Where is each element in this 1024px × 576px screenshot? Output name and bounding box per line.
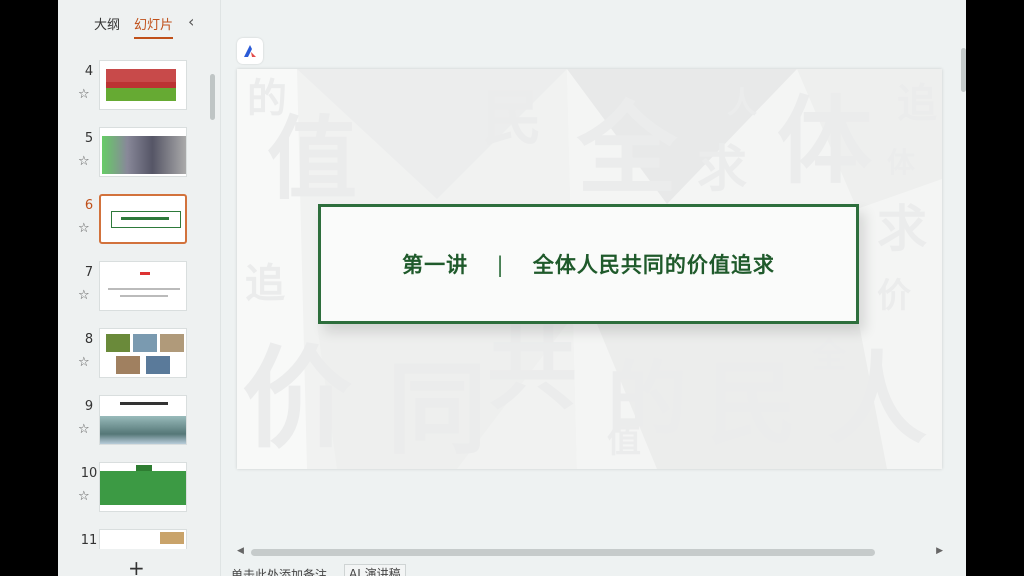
slide-canvas[interactable]: 的 值 全 民 人 追 体 求 追 共 价 同 的 民 人 全 价 值 求 体 … — [237, 69, 942, 469]
scroll-right-icon[interactable]: ▶ — [936, 546, 943, 556]
slide-thumb-row[interactable]: 5 ☆ — [58, 127, 220, 187]
scroll-thumb[interactable] — [251, 549, 875, 556]
slide-number: 9 — [84, 399, 94, 414]
star-icon[interactable]: ☆ — [78, 88, 92, 102]
slide-thumb-row[interactable]: 10 ☆ — [58, 462, 220, 522]
star-icon[interactable]: ☆ — [78, 490, 92, 504]
background-char: 价 — [242, 334, 352, 463]
star-icon[interactable]: ☆ — [78, 155, 92, 169]
star-icon[interactable]: ☆ — [78, 222, 92, 236]
slide-number: 10 — [80, 466, 98, 481]
slide-thumb-row[interactable]: 7 ☆ — [58, 261, 220, 321]
slide-thumbnail[interactable] — [99, 127, 187, 177]
background-char: 民 — [482, 84, 542, 154]
slide-thumbnail[interactable] — [99, 60, 187, 110]
background-char: 求 — [697, 139, 747, 198]
slide-number: 11 — [80, 533, 98, 548]
slide-thumb-row[interactable]: 11 — [58, 529, 220, 549]
editor-area: 的 值 全 民 人 追 体 求 追 共 价 同 的 民 人 全 价 值 求 体 … — [221, 0, 966, 576]
star-icon[interactable]: ☆ — [78, 356, 92, 370]
slide-number: 7 — [84, 265, 94, 280]
slide-thumb-row-selected[interactable]: 6 ☆ — [58, 194, 220, 254]
slide-thumbnail[interactable] — [99, 395, 187, 445]
collapse-panel-icon[interactable]: ‹ — [188, 12, 194, 31]
editor-vertical-scrollbar[interactable] — [961, 48, 966, 92]
background-char: 民 — [707, 351, 797, 457]
add-slide-button[interactable]: + — [128, 556, 145, 576]
panel-tabs: 大纲 幻灯片 — [94, 14, 174, 39]
notes-placeholder[interactable]: 单击此处添加备注 — [231, 566, 327, 576]
slide-number: 5 — [84, 131, 94, 146]
lecture-topic: 全体人民共同的价值追求 — [532, 252, 775, 277]
slide-title[interactable]: 第一讲 | 全体人民共同的价值追求 — [402, 249, 775, 279]
background-char: 人 — [727, 86, 757, 121]
slide-panel: 大纲 幻灯片 ‹ 4 ☆ 5 ☆ 6 ☆ 7 ☆ 8 ☆ 9 ☆ 10 ☆ 11… — [58, 0, 221, 576]
title-frame[interactable]: 第一讲 | 全体人民共同的价值追求 — [318, 204, 859, 324]
slide-thumbnail[interactable] — [99, 194, 187, 244]
slide-thumb-row[interactable]: 8 ☆ — [58, 328, 220, 388]
background-char: 价 — [877, 276, 911, 316]
background-char: 值 — [607, 421, 641, 461]
background-char: 追 — [245, 260, 285, 307]
slide-thumb-row[interactable]: 4 ☆ — [58, 60, 220, 120]
background-char: 同 — [387, 350, 487, 468]
star-icon[interactable]: ☆ — [78, 289, 92, 303]
title-separator: | — [496, 253, 505, 277]
slide-thumb-row[interactable]: 9 ☆ — [58, 395, 220, 455]
ai-logo-icon[interactable] — [237, 38, 263, 64]
background-char: 共 — [487, 316, 577, 422]
slide-thumbnail[interactable] — [99, 261, 187, 311]
lecture-number: 第一讲 — [402, 252, 469, 277]
slide-number: 4 — [84, 64, 94, 79]
slide-thumbnail[interactable] — [99, 529, 187, 549]
background-char: 追 — [897, 80, 937, 127]
panel-scrollbar[interactable] — [210, 74, 215, 120]
tab-slides[interactable]: 幻灯片 — [134, 14, 174, 39]
slide-number: 8 — [84, 332, 94, 347]
slide-thumbnail[interactable] — [99, 328, 187, 378]
star-icon[interactable]: ☆ — [78, 423, 92, 437]
ai-speech-button[interactable]: AI 演讲稿 — [344, 564, 406, 576]
slide-number: 6 — [84, 198, 94, 213]
editor-horizontal-scrollbar[interactable]: ◀ ▶ — [237, 546, 943, 558]
background-char: 体 — [887, 146, 916, 179]
background-char: 值 — [267, 106, 357, 212]
background-char: 体 — [777, 86, 873, 197]
slide-thumbnail[interactable] — [99, 462, 187, 512]
presentation-app: 大纲 幻灯片 ‹ 4 ☆ 5 ☆ 6 ☆ 7 ☆ 8 ☆ 9 ☆ 10 ☆ 11… — [58, 0, 966, 576]
background-char: 全 — [812, 336, 846, 376]
background-char: 全 — [577, 90, 677, 208]
scroll-left-icon[interactable]: ◀ — [237, 546, 244, 556]
tab-outline[interactable]: 大纲 — [94, 14, 120, 39]
background-char: 求 — [877, 199, 927, 258]
